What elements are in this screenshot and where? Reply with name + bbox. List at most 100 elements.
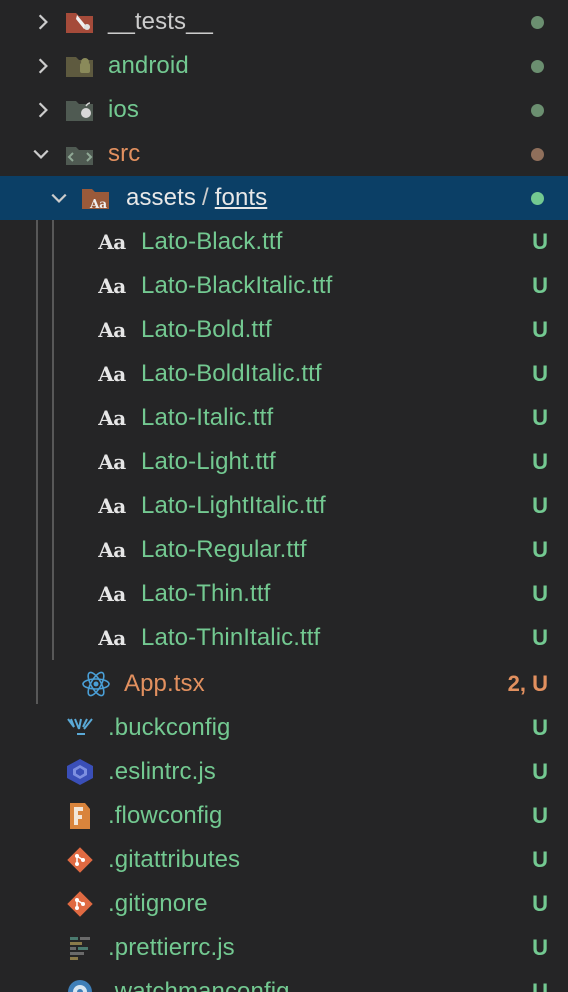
prettier-icon	[64, 926, 96, 970]
tree-item-label: .flowconfig	[108, 802, 223, 829]
font-file-icon: Aa	[98, 362, 126, 386]
tree-item-eslintrc[interactable]: .eslintrc.js U	[0, 750, 568, 794]
git-status-badge: U	[532, 493, 548, 518]
tree-item-label: .gitignore	[108, 890, 208, 917]
tree-item-src-folder[interactable]: src	[0, 132, 568, 176]
chevron-down-icon[interactable]	[30, 132, 52, 176]
tree-item-label: Lato-Regular.ttf	[141, 536, 307, 563]
tree-item-label-compact: assets / fonts	[126, 184, 267, 212]
font-file-icon: Aa	[98, 582, 126, 606]
tree-item-app-tsx[interactable]: App.tsx 2, U	[0, 662, 568, 706]
buck-icon	[64, 706, 96, 750]
tree-item-font-file[interactable]: Aa Lato-Regular.ttf U	[0, 528, 568, 572]
folder-segment-assets[interactable]: assets	[126, 184, 196, 211]
tree-item-label: .prettierrc.js	[108, 934, 235, 961]
tree-item-label: src	[108, 140, 141, 167]
tree-item-label: Lato-BlackItalic.ttf	[141, 272, 333, 299]
git-icon	[64, 838, 96, 882]
font-file-icon: Aa	[98, 538, 126, 562]
font-file-icon: Aa	[98, 494, 126, 518]
tree-item-font-file[interactable]: Aa Lato-Bold.ttf U	[0, 308, 568, 352]
tree-item-label: .eslintrc.js	[108, 758, 216, 785]
android-folder-icon	[64, 44, 96, 88]
tree-item-gitignore[interactable]: .gitignore U	[0, 882, 568, 926]
tree-item-label: __tests__	[108, 8, 213, 35]
tree-item-prettierrc[interactable]: .prettierrc.js U	[0, 926, 568, 970]
font-file-icon: Aa	[98, 274, 126, 298]
tree-item-watchmanconfig[interactable]: .watchmanconfig U	[0, 970, 568, 992]
git-status-badge: U	[532, 715, 548, 740]
path-separator: /	[201, 184, 209, 211]
tree-item-label: android	[108, 52, 189, 79]
tree-item-font-file[interactable]: Aa Lato-Thin.ttf U	[0, 572, 568, 616]
tree-item-label: Lato-Light.ttf	[141, 448, 276, 475]
src-folder-icon	[64, 132, 96, 176]
tree-item-label: .watchmanconfig	[108, 978, 290, 992]
status-dot	[531, 15, 544, 29]
tree-item-tests-folder[interactable]: __tests__	[0, 0, 568, 44]
tree-item-label: Lato-Thin.ttf	[141, 580, 271, 607]
status-dot	[531, 59, 544, 73]
git-status-badge: U	[532, 273, 548, 298]
git-status-badge: U	[532, 979, 548, 992]
tree-item-flowconfig[interactable]: .flowconfig U	[0, 794, 568, 838]
tree-item-ios-folder[interactable]: ios	[0, 88, 568, 132]
font-file-icon: Aa	[98, 406, 126, 430]
tree-item-label: .gitattributes	[108, 846, 241, 873]
git-status-badge: U	[532, 847, 548, 872]
tree-item-label: App.tsx	[124, 670, 205, 697]
tree-item-label: ios	[108, 96, 139, 123]
font-file-icon: Aa	[98, 450, 126, 474]
chevron-right-icon[interactable]	[32, 0, 54, 44]
tree-item-font-file[interactable]: Aa Lato-BoldItalic.ttf U	[0, 352, 568, 396]
tree-item-font-file[interactable]: Aa Lato-LightItalic.ttf U	[0, 484, 568, 528]
font-file-icon: Aa	[98, 626, 126, 650]
tree-item-font-file[interactable]: Aa Lato-ThinItalic.ttf U	[0, 616, 568, 660]
git-status-badge: U	[532, 537, 548, 562]
git-status-badge: U	[532, 361, 548, 386]
tree-item-label: Lato-Bold.ttf	[141, 316, 272, 343]
tree-item-android-folder[interactable]: android	[0, 44, 568, 88]
git-status-badge: U	[532, 449, 548, 474]
git-status-badge: 2, U	[507, 671, 548, 696]
font-file-icon: Aa	[98, 318, 126, 342]
chevron-right-icon[interactable]	[32, 88, 54, 132]
tree-item-buckconfig[interactable]: .buckconfig U	[0, 706, 568, 750]
git-icon	[64, 882, 96, 926]
tree-item-font-file[interactable]: Aa Lato-BlackItalic.ttf U	[0, 264, 568, 308]
flow-icon	[64, 794, 96, 838]
chevron-down-icon[interactable]	[48, 176, 70, 220]
status-dot	[531, 147, 544, 161]
status-dot	[531, 103, 544, 117]
tree-item-label: .buckconfig	[108, 714, 231, 741]
status-dot	[531, 191, 544, 205]
git-status-badge: U	[532, 891, 548, 916]
fonts-folder-icon: Aa	[80, 176, 112, 220]
git-status-badge: U	[532, 803, 548, 828]
tree-item-label: Lato-LightItalic.ttf	[141, 492, 326, 519]
svg-text:Aa: Aa	[89, 197, 107, 211]
tree-item-label: Lato-Italic.ttf	[141, 404, 274, 431]
tests-folder-icon	[64, 0, 96, 44]
tree-item-assets-fonts-folder[interactable]: Aa assets / fonts	[0, 176, 568, 220]
tree-item-font-file[interactable]: Aa Lato-Light.ttf U	[0, 440, 568, 484]
tree-item-gitattributes[interactable]: .gitattributes U	[0, 838, 568, 882]
git-status-badge: U	[532, 405, 548, 430]
tree-item-font-file[interactable]: Aa Lato-Black.ttf U	[0, 220, 568, 264]
chevron-right-icon[interactable]	[32, 44, 54, 88]
file-explorer-tree: __tests__ android ios src Aa assets / fo…	[0, 0, 568, 992]
git-status-badge: U	[532, 625, 548, 650]
git-status-badge: U	[532, 229, 548, 254]
git-status-badge: U	[532, 935, 548, 960]
git-status-badge: U	[532, 759, 548, 784]
folder-segment-fonts[interactable]: fonts	[215, 184, 268, 211]
tree-item-label: Lato-ThinItalic.ttf	[141, 624, 321, 651]
tree-item-font-file[interactable]: Aa Lato-Italic.ttf U	[0, 396, 568, 440]
font-file-icon: Aa	[98, 230, 126, 254]
eslint-icon	[64, 750, 96, 794]
git-status-badge: U	[532, 581, 548, 606]
tree-item-label: Lato-BoldItalic.ttf	[141, 360, 322, 387]
tree-item-label: Lato-Black.ttf	[141, 228, 283, 255]
react-icon	[80, 662, 112, 706]
git-status-badge: U	[532, 317, 548, 342]
